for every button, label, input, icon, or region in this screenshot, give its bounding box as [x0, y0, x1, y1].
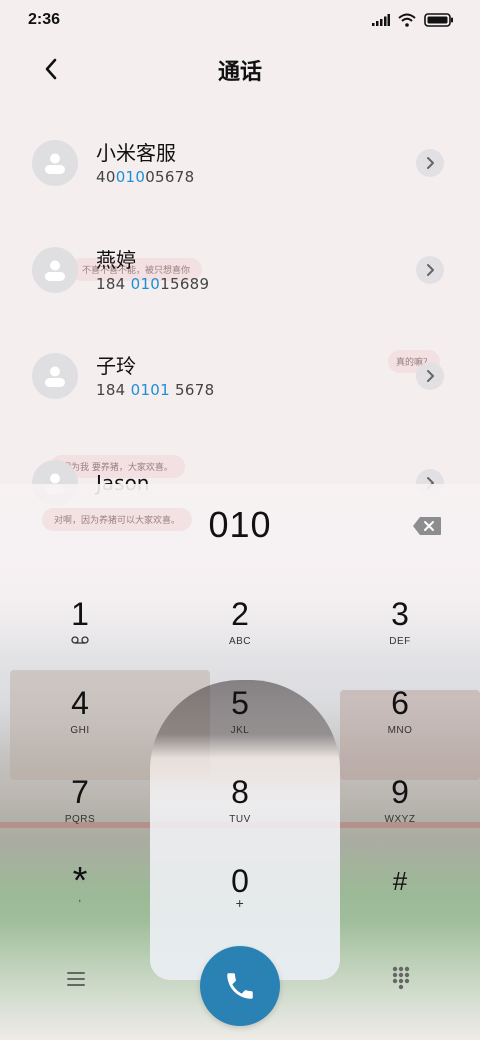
key-9[interactable]: 9 WXYZ: [340, 772, 460, 852]
key-5[interactable]: 5 JKL: [180, 683, 300, 763]
contact-row[interactable]: 小米客服 4001005678: [0, 110, 480, 217]
person-icon: [45, 153, 65, 175]
key-letters: GHI: [70, 725, 90, 736]
number-match: 010: [115, 168, 146, 187]
number-match: 0101: [130, 381, 170, 400]
hamburger-menu-icon: [67, 972, 85, 986]
key-digit: 6: [391, 685, 409, 721]
contact-row[interactable]: 子玲 184 0101 5678: [0, 323, 480, 430]
signal-icon: [372, 14, 390, 26]
key-7[interactable]: 7 PQRS: [20, 772, 140, 852]
contact-row[interactable]: 燕婷 184 01015689: [0, 217, 480, 324]
page-title: 通话: [217, 60, 262, 85]
backspace-icon: [413, 517, 441, 535]
key-digit: 3: [391, 596, 409, 632]
key-digit: 8: [231, 774, 249, 810]
number-suffix: 15689: [160, 274, 210, 293]
chevron-right-icon: [427, 157, 434, 170]
key-0[interactable]: 0 +: [180, 861, 300, 941]
key-digit: 5: [231, 685, 249, 721]
voicemail-icon: [71, 636, 89, 644]
status-bar: 2:36: [0, 0, 480, 40]
battery-icon: [424, 13, 453, 27]
contact-number: 184 01015689: [96, 275, 209, 293]
number-prefix: 184: [96, 381, 131, 400]
number-match: 010: [130, 274, 161, 293]
avatar: [32, 246, 78, 293]
contact-name: 小米客服: [96, 141, 176, 166]
dialpad-toggle-button[interactable]: [392, 966, 412, 992]
key-letters: [20, 636, 140, 647]
contact-detail-button[interactable]: [416, 255, 444, 284]
contact-detail-button[interactable]: [416, 362, 444, 391]
contact-text: 子玲 184 0101 5678: [96, 353, 214, 399]
key-4[interactable]: 4 GHI: [20, 683, 140, 763]
key-digit: 7: [71, 774, 89, 810]
key-8[interactable]: 8 TUV: [180, 772, 300, 852]
wallpaper-bubble: 对啊，因为养猪可以大家欢喜。: [42, 508, 193, 531]
menu-button[interactable]: [66, 970, 90, 990]
back-button[interactable]: [36, 54, 66, 84]
call-button[interactable]: [200, 946, 280, 1026]
status-time: 2:36: [28, 11, 61, 28]
key-letters: WXYZ: [384, 814, 416, 825]
bottom-action-bar: [0, 940, 480, 1040]
contact-suggestions-list: 小米客服 4001005678 燕婷 184 01015689 子玲 184 0…: [0, 110, 480, 536]
person-icon: [45, 366, 65, 388]
key-1[interactable]: 1: [20, 594, 140, 674]
key-digit: #: [392, 866, 408, 896]
key-letters: ,: [78, 893, 82, 904]
chevron-right-icon: [427, 370, 434, 383]
contact-number: 4001005678: [96, 168, 194, 186]
key-6[interactable]: 6 MNO: [340, 683, 460, 763]
contact-name: 燕婷: [96, 247, 136, 272]
number-prefix: 184: [96, 274, 131, 293]
person-icon: [45, 260, 65, 281]
status-icons: [372, 13, 454, 27]
wifi-icon: [398, 13, 416, 27]
key-hash[interactable]: #: [340, 861, 460, 941]
key-letters: PQRS: [64, 814, 96, 825]
delete-button[interactable]: [412, 516, 442, 536]
key-letters: DEF: [389, 636, 411, 647]
avatar: [32, 140, 78, 187]
key-digit: 4: [71, 685, 89, 721]
key-letters: TUV: [229, 814, 251, 825]
key-star[interactable]: * ,: [20, 861, 140, 941]
contact-text: 小米客服 4001005678: [96, 140, 194, 186]
header: 通话: [0, 40, 480, 100]
chevron-left-icon: [45, 58, 57, 80]
key-letters: +: [235, 895, 245, 911]
key-letters: JKL: [230, 725, 250, 736]
key-digit: 2: [231, 596, 249, 632]
contact-text: 燕婷 184 01015689: [96, 247, 209, 293]
contact-detail-button[interactable]: [416, 149, 444, 178]
key-letters: ABC: [228, 636, 252, 647]
key-3[interactable]: 3 DEF: [340, 594, 460, 674]
contact-number: 184 0101 5678: [96, 381, 214, 399]
chevron-right-icon: [427, 263, 434, 276]
avatar: [32, 353, 78, 400]
dialpad-icon: [392, 966, 410, 990]
contact-name: 子玲: [96, 354, 136, 379]
key-letters: MNO: [387, 725, 413, 736]
number-prefix: 40: [96, 168, 116, 187]
key-digit: 1: [71, 596, 89, 632]
number-suffix: 5678: [169, 381, 215, 400]
key-2[interactable]: 2 ABC: [180, 594, 300, 674]
number-suffix: 05678: [145, 168, 195, 187]
phone-icon: [227, 973, 253, 999]
key-digit: 9: [391, 774, 409, 810]
